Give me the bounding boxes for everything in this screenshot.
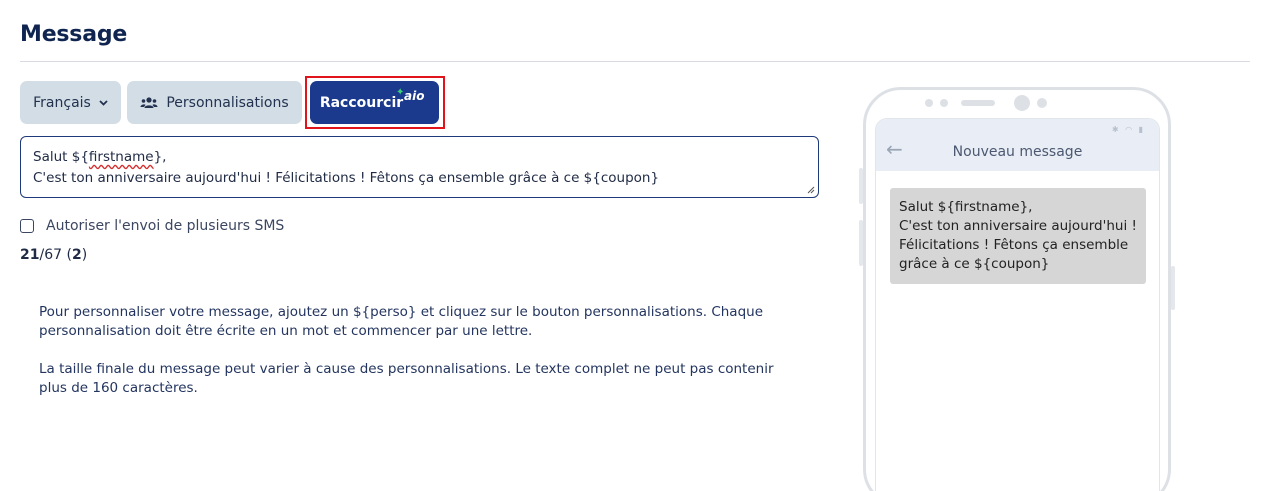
status-bar-icons: ✱ ◠ ▮ <box>1111 125 1145 134</box>
bubble-text: Salut ${firstname}, C'est ton anniversai… <box>899 199 1137 272</box>
spellcheck-word: firstname <box>88 149 154 165</box>
conversation-header: ✱ ◠ ▮ ← Nouveau message <box>876 119 1159 171</box>
language-select-button[interactable]: Français <box>20 81 121 124</box>
shorten-highlight-frame <box>305 76 445 129</box>
help-paragraph-1: Pour personnaliser votre message, ajoute… <box>39 304 764 339</box>
multi-sms-option[interactable]: Autoriser l'envoi de plusieurs SMS <box>20 218 284 234</box>
message-line-2: C'est ton anniversaire aujourd'hui ! Fél… <box>33 170 660 186</box>
message-line-1: Salut ${firstname}, <box>33 149 167 165</box>
message-bubble: Salut ${firstname}, C'est ton anniversai… <box>890 188 1146 284</box>
character-counter: 21/67 (2) <box>20 247 88 263</box>
personalisations-label: Personnalisations <box>166 94 289 111</box>
conversation-title: Nouveau message <box>952 144 1083 160</box>
multi-sms-checkbox[interactable] <box>20 219 34 233</box>
chevron-down-icon <box>99 99 108 106</box>
phone-power-button <box>1171 266 1175 310</box>
phone-volume-button <box>859 168 863 204</box>
users-icon <box>140 96 158 108</box>
help-text: Pour personnaliser votre message, ajoute… <box>39 303 799 417</box>
message-textarea[interactable]: Salut ${firstname}, C'est ton anniversai… <box>20 136 819 198</box>
language-label: Français <box>33 94 91 111</box>
page-title: Message <box>20 22 128 47</box>
title-divider <box>20 61 1250 62</box>
phone-screen: ✱ ◠ ▮ ← Nouveau message Salut ${firstnam… <box>875 118 1160 491</box>
resize-handle-icon[interactable] <box>807 186 815 194</box>
personalisations-button[interactable]: Personnalisations <box>127 81 302 124</box>
phone-speaker-dots <box>925 95 1047 111</box>
help-paragraph-2: La taille finale du message peut varier … <box>39 361 774 396</box>
multi-sms-label: Autoriser l'envoi de plusieurs SMS <box>46 218 285 234</box>
phone-volume-button <box>859 220 863 266</box>
